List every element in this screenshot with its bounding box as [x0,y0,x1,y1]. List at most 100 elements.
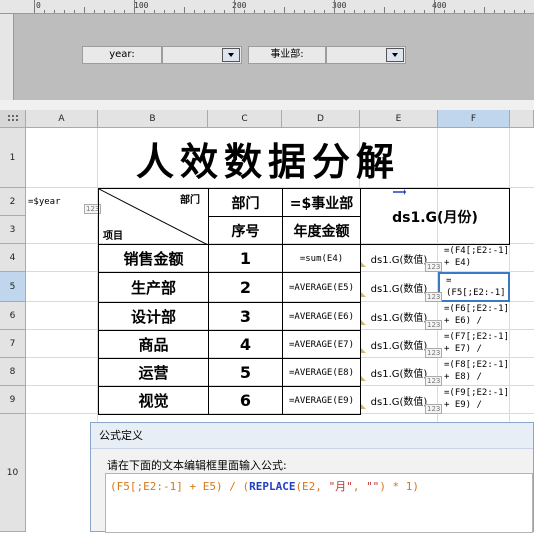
month-formula-cell[interactable]: =(F8[;E2:-1] + E8) / [438,358,510,386]
row-header-6[interactable]: 6 [0,302,26,330]
ruler-tick [234,0,235,13]
year-param-combobox[interactable] [162,46,242,64]
ruler-tick [114,10,115,13]
ruler-tick [144,10,145,13]
ruler-tick [454,10,455,13]
formula-dialog: 公式定义 请在下面的文本编辑框里面输入公式: (F5[;E2:-1] + E5)… [90,422,534,533]
column-header-f[interactable]: F [438,110,510,128]
ruler-tick [254,10,255,13]
ruler-tick [164,10,165,13]
row-header-8[interactable]: 8 [0,358,26,386]
month-formula-cell[interactable]: =(F9[;E2:-1] + E9) / [438,386,510,414]
column-header-d[interactable]: D [282,110,360,128]
month-formula-cell[interactable]: =(F6[;E2:-1] + E6) / [438,302,510,330]
amount-formula-cell[interactable]: =AVERAGE(E8) [282,358,361,387]
formula-string: "" [366,480,380,493]
ruler-tick [274,10,275,13]
ruler-tick [194,10,195,13]
header-dept-param[interactable]: =$事业部 [282,188,361,217]
formula-token: ) * 1) [379,480,420,493]
row-header-9[interactable]: 9 [0,386,26,414]
dept-param-label: 事业部: [248,46,326,64]
ruler-tick [314,10,315,13]
amount-formula-cell[interactable]: =AVERAGE(E5) [282,272,361,303]
item-cell[interactable]: 生产部 [98,272,209,303]
ruler-tick [524,10,525,13]
seq-cell[interactable]: 3 [208,302,283,331]
row-header-7[interactable]: 7 [0,330,26,358]
ruler-tick [504,10,505,13]
param-icon: 123 [425,404,443,414]
column-header-b[interactable]: B [98,110,208,128]
diagonal-header-cell[interactable]: 部门 项目 [98,188,209,245]
seq-cell[interactable]: 1 [208,244,283,273]
dialog-title[interactable]: 公式定义 [91,423,533,449]
row-header-1[interactable]: 1 [0,128,26,188]
ruler-tick [184,7,185,13]
ruler-tick [324,10,325,13]
expand-marker-icon [361,376,366,381]
seq-cell[interactable]: 6 [208,386,283,415]
row-header-10[interactable]: 10 [0,414,26,532]
amount-formula-cell[interactable]: =AVERAGE(E9) [282,386,361,415]
ruler-tick [74,10,75,13]
diagonal-top-label: 部门 [180,195,200,206]
ruler-tick [224,10,225,13]
formula-editor[interactable]: (F5[;E2:-1] + E5) / (REPLACE(E2, "月", ""… [105,473,533,533]
item-cell[interactable]: 销售金额 [98,244,209,273]
ruler-tick [514,10,515,13]
amount-formula-cell[interactable]: =AVERAGE(E7) [282,330,361,359]
select-all-corner[interactable] [0,110,26,128]
year-param-label: year: [82,46,162,64]
item-cell[interactable]: 视觉 [98,386,209,415]
param-icon: 123 [425,376,443,386]
ruler-tick [124,10,125,13]
vertical-ruler [0,14,14,100]
header-seq[interactable]: 序号 [208,216,283,245]
ruler-tick [404,10,405,13]
item-cell[interactable]: 设计部 [98,302,209,331]
seq-cell[interactable]: 5 [208,358,283,387]
param-icon: 123 [425,262,443,272]
ruler-number: 0 [36,1,41,10]
formula-token: , [352,480,367,493]
row-header-3[interactable]: 3 [0,216,26,244]
header-dept-c[interactable]: 部门 [208,188,283,217]
ruler-tick [414,10,415,13]
param-icon: 123 [425,348,443,358]
ruler-tick [294,10,295,13]
month-formula-cell[interactable]: =(F7[;E2:-1] + E7) / [438,330,510,358]
ruler-tick [284,7,285,13]
seq-cell[interactable]: 2 [208,272,283,303]
dept-dropdown-button[interactable] [386,48,404,62]
seq-cell[interactable]: 4 [208,330,283,359]
amount-formula-cell[interactable]: =sum(E4) [282,244,361,273]
item-cell[interactable]: 商品 [98,330,209,359]
amount-formula-cell[interactable]: =AVERAGE(E6) [282,302,361,331]
ruler-tick [34,0,35,13]
item-cell[interactable]: 运营 [98,358,209,387]
column-header-a[interactable]: A [26,110,98,128]
column-header-e[interactable]: E [360,110,438,128]
ruler-tick [464,10,465,13]
report-title[interactable]: 人效数据分解 [98,128,438,188]
formula-token: (E2, [295,480,329,493]
pane-divider [0,100,534,110]
row-header-2[interactable]: 2 [0,188,26,216]
column-header-c[interactable]: C [208,110,282,128]
row-header-5[interactable]: 5 [0,272,26,302]
ruler-number: 100 [134,1,149,10]
row-header-4[interactable]: 4 [0,244,26,272]
expand-marker-icon [361,404,366,409]
ruler-tick [364,10,365,13]
ruler-tick [174,10,175,13]
header-month-group[interactable]: ds1.G(月份) [360,188,510,245]
selected-month-formula-cell[interactable]: =(F5[;E2:-1] + E5) / [438,272,510,302]
expand-marker-icon [361,348,366,353]
dept-param-combobox[interactable] [326,46,406,64]
formula-token: (F5[;E2:-1] + E5) / ( [110,480,250,493]
year-dropdown-button[interactable] [222,48,240,62]
header-annual-amount[interactable]: 年度金额 [282,216,361,245]
month-formula-cell[interactable]: =(F4[;E2:-1] + E4) [438,244,510,272]
column-header-extra[interactable] [510,110,534,128]
